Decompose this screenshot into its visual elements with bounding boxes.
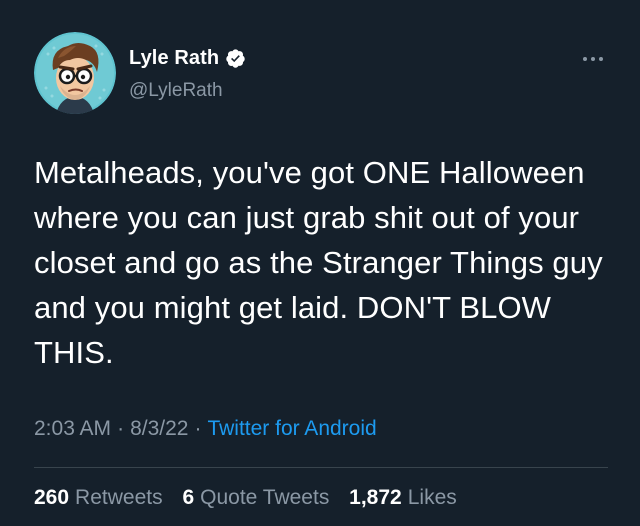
quote-tweets-stat[interactable]: 6 Quote Tweets: [182, 486, 329, 510]
quote-tweets-count: 6: [182, 486, 195, 509]
retweets-stat[interactable]: 260 Retweets: [34, 486, 163, 510]
tweet-time[interactable]: 2:03 AM: [34, 417, 111, 440]
meta-separator: ·: [194, 417, 202, 440]
tweet-date[interactable]: 8/3/22: [130, 417, 188, 440]
avatar-illustration: [34, 32, 116, 114]
display-name[interactable]: Lyle Rath: [129, 47, 219, 70]
user-handle[interactable]: @LyleRath: [129, 80, 223, 102]
retweets-label: Retweets: [75, 486, 163, 509]
retweets-count: 260: [34, 486, 70, 509]
tweet-card: Lyle Rath @LyleRath Metalheads, you've g…: [0, 0, 640, 526]
meta-separator: ·: [117, 417, 125, 440]
divider: [34, 467, 608, 468]
tweet-text: Metalheads, you've got ONE Halloween whe…: [34, 155, 603, 370]
likes-stat[interactable]: 1,872 Likes: [349, 486, 457, 510]
more-horizontal-icon[interactable]: [581, 52, 605, 64]
likes-label: Likes: [407, 486, 457, 509]
avatar[interactable]: [34, 32, 116, 114]
tweet-source-link[interactable]: Twitter for Android: [207, 417, 376, 440]
tweet-stats: 260 Retweets 6 Quote Tweets 1,872 Likes: [34, 486, 471, 510]
quote-tweets-label: Quote Tweets: [200, 486, 330, 509]
verified-badge-icon: [225, 48, 246, 69]
name-row: Lyle Rath: [129, 46, 246, 70]
tweet-meta: 2:03 AM · 8/3/22 · Twitter for Android: [34, 417, 377, 441]
likes-count: 1,872: [349, 486, 402, 509]
